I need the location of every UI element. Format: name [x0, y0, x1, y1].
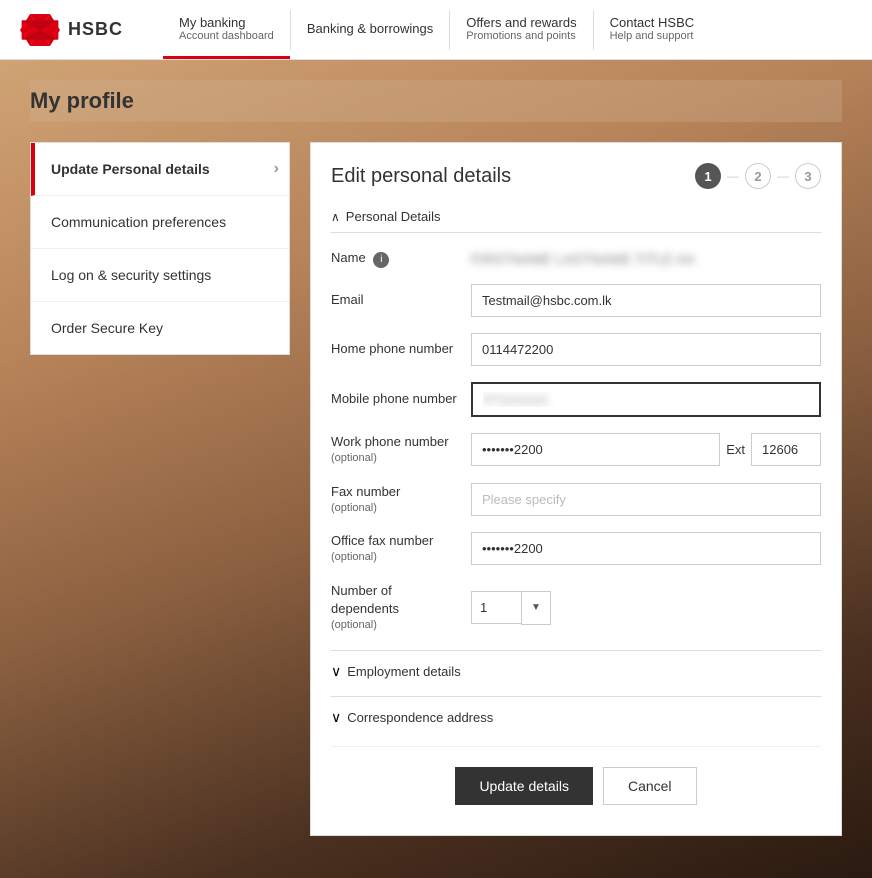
dependents-group: ▼ [471, 591, 821, 625]
work-phone-group: Ext [471, 433, 821, 466]
dependents-label: Number of dependents (optional) [331, 582, 461, 634]
hsbc-logo-icon [20, 14, 60, 46]
step-1: 1 [695, 163, 721, 189]
sidebar-arrow-icon: › [274, 160, 279, 178]
sidebar-item-securekey[interactable]: Order Secure Key [31, 302, 289, 354]
sidebar-label-securekey: Order Secure Key [51, 320, 163, 336]
step-3: 3 [795, 163, 821, 189]
correspondence-section: ∨ Correspondence address [331, 696, 821, 726]
employment-toggle-icon: ∨ [331, 663, 341, 680]
sidebar-label-update-personal: Update Personal details [51, 161, 210, 177]
section-title-personal: Personal Details [346, 209, 441, 224]
employment-label: Employment details [347, 664, 460, 679]
fax-optional: (optional) [331, 501, 461, 516]
footer-buttons: Update details Cancel [331, 746, 821, 815]
header: HSBC My banking Account dashboard Bankin… [0, 0, 872, 60]
sidebar-label-logon: Log on & security settings [51, 267, 211, 283]
mobile-phone-row: Mobile phone number [331, 382, 821, 417]
personal-details-section-header: ∧ Personal Details [331, 209, 821, 233]
employment-section: ∨ Employment details [331, 650, 821, 680]
nav-bar: My banking Account dashboard Banking & b… [163, 0, 710, 59]
office-fax-field-container [471, 532, 821, 565]
nav-label-offers: Offers and rewards [466, 15, 576, 30]
work-phone-label: Work phone number (optional) [331, 433, 461, 467]
nav-item-banking[interactable]: Banking & borrowings [291, 0, 449, 59]
email-input[interactable] [471, 284, 821, 317]
home-phone-input[interactable] [471, 333, 821, 366]
nav-item-mybanking[interactable]: My banking Account dashboard [163, 0, 290, 59]
nav-sub-mybanking: Account dashboard [179, 30, 274, 42]
step-indicators: 1 — 2 — 3 [695, 163, 821, 189]
work-phone-input[interactable] [471, 433, 720, 466]
sidebar-item-update-personal[interactable]: Update Personal details › [31, 143, 289, 196]
mobile-phone-input[interactable] [471, 382, 821, 417]
fax-field-container [471, 483, 821, 516]
ext-input[interactable] [751, 433, 821, 466]
email-field-container [471, 284, 821, 317]
sidebar: Update Personal details › Communication … [30, 142, 290, 355]
dependents-dropdown-btn[interactable]: ▼ [521, 591, 551, 625]
sidebar-label-communication: Communication preferences [51, 214, 226, 230]
fax-row: Fax number (optional) [331, 483, 821, 517]
ext-label: Ext [726, 442, 745, 457]
section-toggle-personal[interactable]: ∧ [331, 210, 340, 224]
mobile-phone-label: Mobile phone number [331, 390, 461, 408]
logo[interactable]: HSBC [20, 14, 123, 46]
main-panel: Edit personal details 1 — 2 — 3 [310, 142, 842, 836]
panel-header: Edit personal details 1 — 2 — 3 [331, 163, 821, 189]
correspondence-header[interactable]: ∨ Correspondence address [331, 709, 821, 726]
name-label: Name i [331, 249, 461, 268]
dependents-input[interactable] [471, 591, 521, 624]
nav-label-mybanking: My banking [179, 15, 274, 30]
cancel-button[interactable]: Cancel [603, 767, 697, 805]
work-phone-optional: (optional) [331, 451, 461, 466]
panel-title: Edit personal details [331, 165, 511, 188]
email-row: Email [331, 284, 821, 317]
page-title: My profile [30, 80, 842, 122]
nav-sub-offers: Promotions and points [466, 30, 576, 42]
nav-item-contact[interactable]: Contact HSBC Help and support [594, 0, 711, 59]
mobile-phone-field-container [471, 382, 821, 417]
logo-text: HSBC [68, 19, 123, 40]
sidebar-item-logon[interactable]: Log on & security settings [31, 249, 289, 302]
nav-sub-contact: Help and support [610, 30, 695, 42]
main-layout: Update Personal details › Communication … [30, 142, 842, 836]
dependents-row: Number of dependents (optional) ▼ [331, 582, 821, 634]
step-dash-1: — [727, 169, 739, 183]
step-2: 2 [745, 163, 771, 189]
fax-input[interactable] [471, 483, 821, 516]
email-label: Email [331, 291, 461, 309]
home-phone-row: Home phone number [331, 333, 821, 366]
home-phone-field-container [471, 333, 821, 366]
nav-label-contact: Contact HSBC [610, 15, 695, 30]
name-info-icon[interactable]: i [373, 252, 389, 268]
office-fax-optional: (optional) [331, 550, 461, 565]
sidebar-item-communication[interactable]: Communication preferences [31, 196, 289, 249]
office-fax-label: Office fax number (optional) [331, 532, 461, 566]
home-phone-label: Home phone number [331, 340, 461, 358]
office-fax-row: Office fax number (optional) [331, 532, 821, 566]
correspondence-toggle-icon: ∨ [331, 709, 341, 726]
nav-label-banking: Banking & borrowings [307, 21, 433, 36]
office-fax-input[interactable] [471, 532, 821, 565]
name-row: Name i FIRSTNAME LASTNAME TITLE AA [331, 249, 821, 268]
update-details-button[interactable]: Update details [455, 767, 593, 805]
dependents-optional: (optional) [331, 618, 461, 633]
work-phone-row: Work phone number (optional) Ext [331, 433, 821, 467]
fax-label: Fax number (optional) [331, 483, 461, 517]
employment-header[interactable]: ∨ Employment details [331, 663, 821, 680]
name-field: FIRSTNAME LASTNAME TITLE AA [471, 251, 821, 267]
page-content: My profile Update Personal details › Com… [0, 60, 872, 856]
correspondence-label: Correspondence address [347, 710, 493, 725]
nav-item-offers[interactable]: Offers and rewards Promotions and points [450, 0, 592, 59]
step-dash-2: — [777, 169, 789, 183]
name-value: FIRSTNAME LASTNAME TITLE AA [471, 251, 695, 267]
